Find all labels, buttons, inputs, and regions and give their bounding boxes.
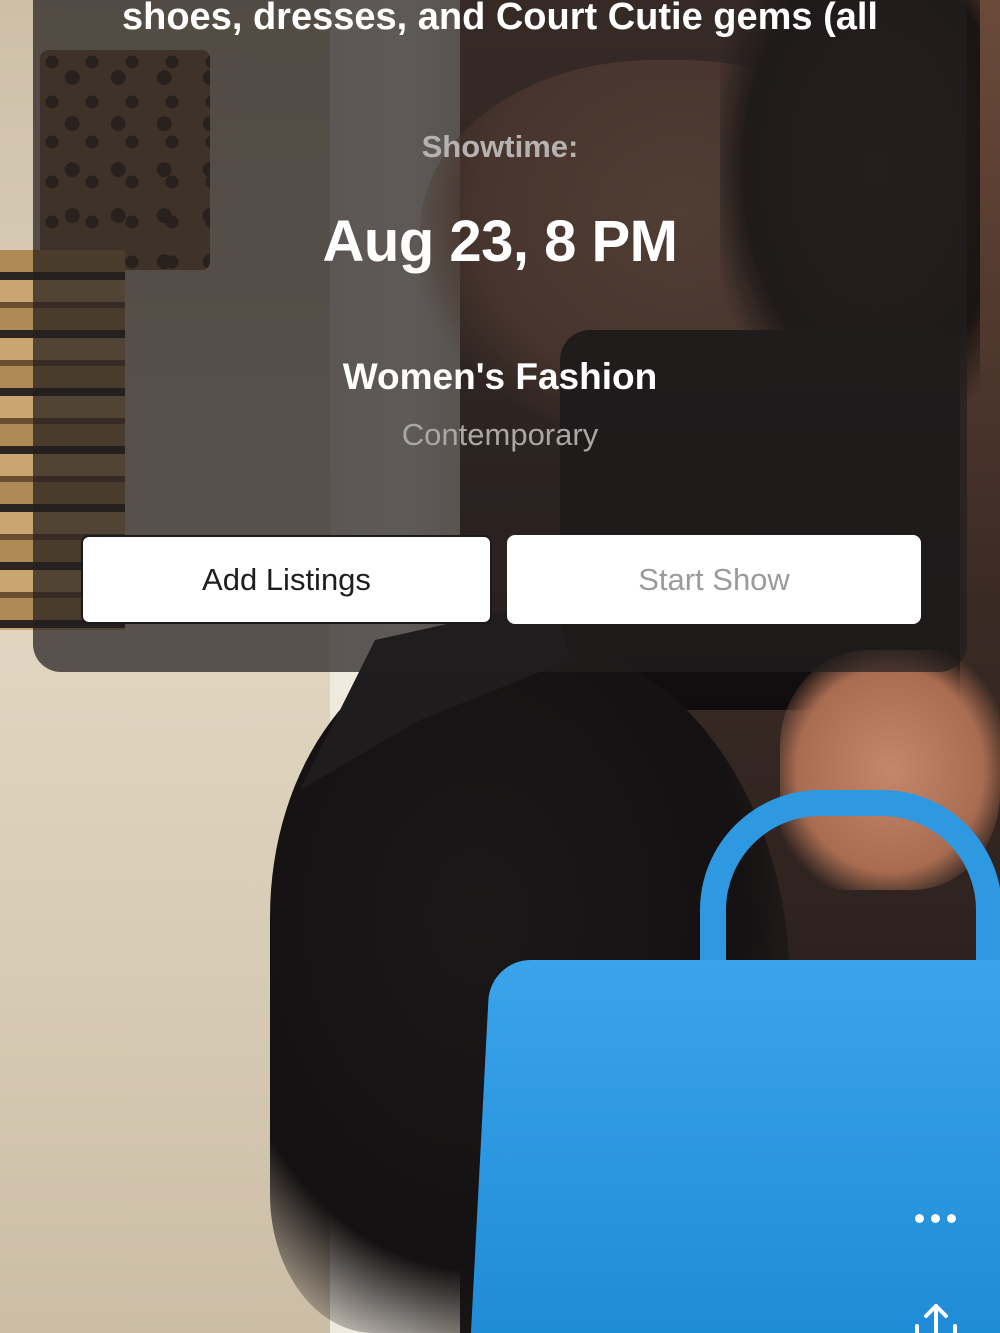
add-listings-button[interactable]: Add Listings [81, 535, 492, 624]
showtime-label: Showtime: [421, 129, 579, 164]
showtime-value: Aug 23, 8 PM [322, 209, 678, 274]
add-listings-label: Add Listings [202, 561, 371, 597]
share-arrow-up-icon[interactable] [914, 1302, 958, 1333]
start-show-label: Start Show [638, 561, 790, 597]
show-description: shoes, dresses, and Court Cutie gems (al… [122, 0, 878, 38]
start-show-button[interactable]: Start Show [507, 535, 921, 624]
show-info-card: shoes, dresses, and Court Cutie gems (al… [33, 0, 967, 672]
show-category: Women's Fashion [342, 356, 658, 397]
show-screen: shoes, dresses, and Court Cutie gems (al… [0, 0, 1000, 1333]
show-subcategory: Contemporary [401, 417, 599, 452]
more-options-icon[interactable] [905, 1200, 965, 1236]
